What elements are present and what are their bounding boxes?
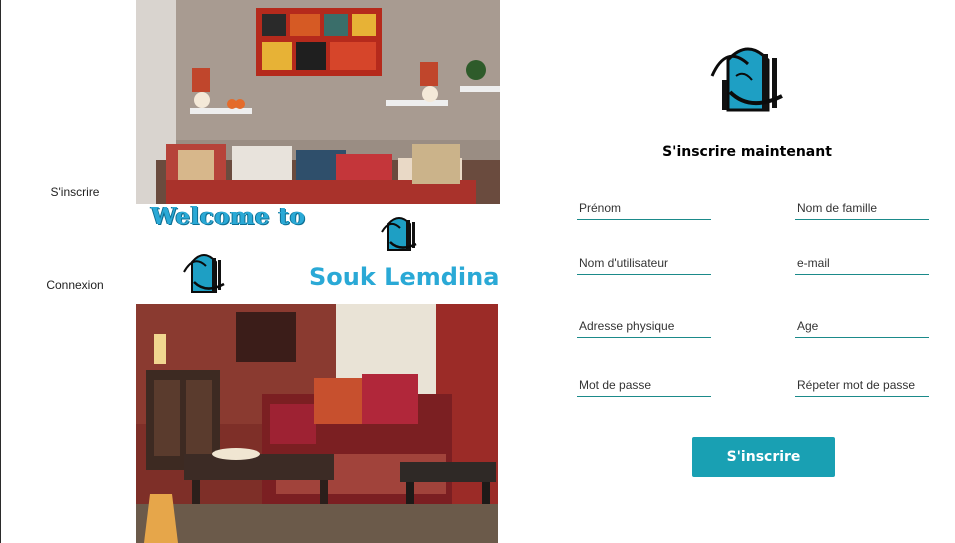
address-field[interactable] — [577, 316, 711, 338]
age-field[interactable] — [795, 316, 929, 338]
form-title: S'inscrire maintenant — [662, 144, 832, 160]
window-left-border — [0, 0, 1, 543]
password-field[interactable] — [577, 375, 711, 397]
souk-lemdina-logo-icon — [706, 36, 788, 116]
signup-submit-button[interactable]: S'inscrire — [692, 437, 835, 477]
nav-login-link[interactable]: Connexion — [20, 278, 130, 292]
welcome-heading: Welcome to — [151, 203, 306, 230]
email-field[interactable] — [795, 253, 929, 275]
first-name-field[interactable] — [577, 198, 711, 220]
souk-lemdina-logo-icon — [376, 210, 422, 256]
last-name-field[interactable] — [795, 198, 929, 220]
souk-lemdina-logo-icon — [178, 246, 230, 298]
username-field[interactable] — [577, 253, 711, 275]
brand-name: Souk Lemdina — [309, 263, 500, 291]
moroccan-salon-photo — [136, 304, 498, 543]
moroccan-livingroom-photo — [136, 0, 500, 204]
nav-signup-link[interactable]: S'inscrire — [20, 185, 130, 199]
password-repeat-field[interactable] — [795, 375, 929, 397]
